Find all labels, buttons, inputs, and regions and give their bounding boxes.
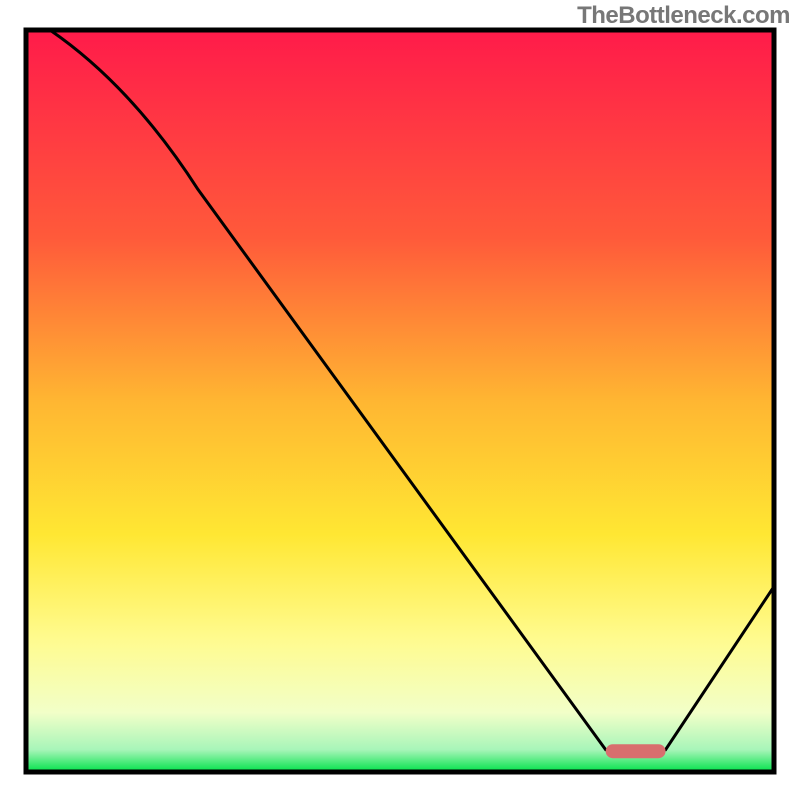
optimum-marker bbox=[606, 744, 666, 758]
plot-background bbox=[26, 30, 774, 772]
bottleneck-chart bbox=[0, 0, 800, 800]
chart-container: TheBottleneck.com bbox=[0, 0, 800, 800]
